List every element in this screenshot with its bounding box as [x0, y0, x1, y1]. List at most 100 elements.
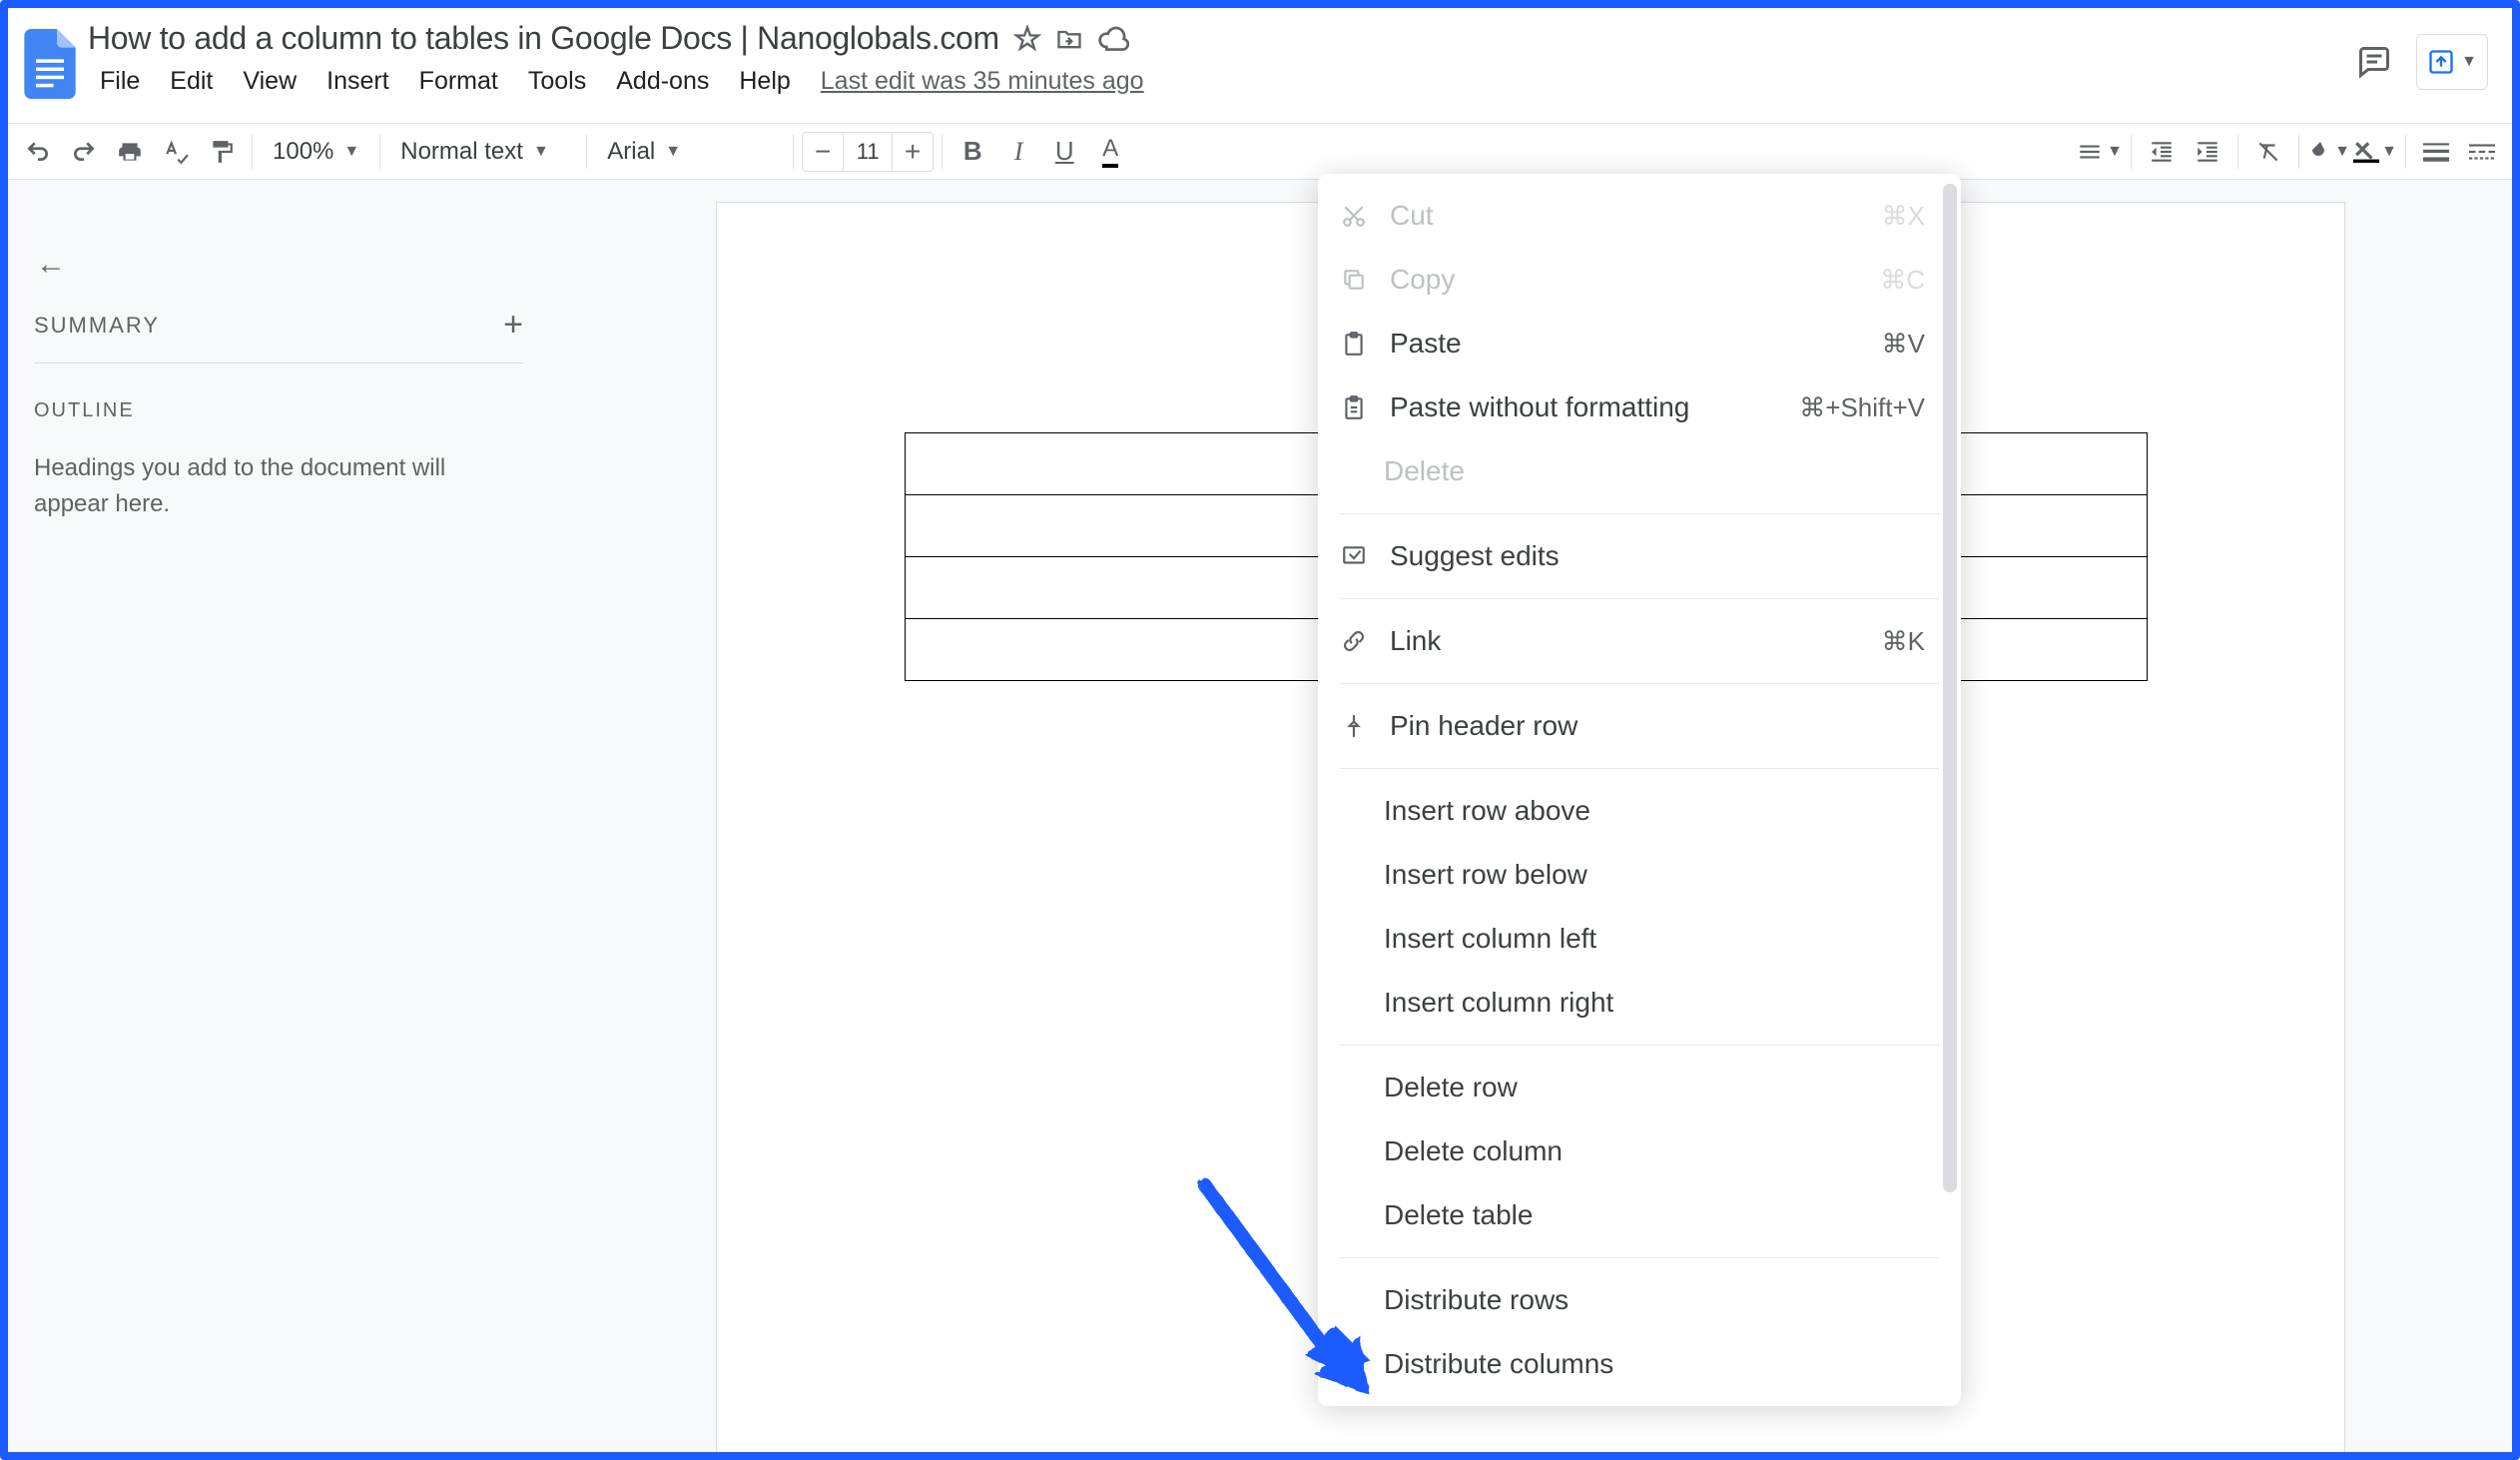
suggest-icon	[1340, 542, 1368, 570]
separator	[2405, 135, 2406, 169]
font-size-increase[interactable]: +	[893, 133, 933, 171]
paragraph-style-select[interactable]: Normal text▼	[388, 138, 578, 166]
context-cut-shortcut: ⌘X	[1882, 201, 1925, 232]
context-paste-nf-shortcut: ⌘+Shift+V	[1799, 392, 1925, 423]
context-insert-row-below[interactable]: Insert row below	[1318, 843, 1961, 907]
doc-title[interactable]: How to add a column to tables in Google …	[88, 20, 999, 57]
context-distribute-columns[interactable]: Distribute columns	[1318, 1332, 1961, 1396]
chevron-down-icon: ▼	[2461, 53, 2477, 71]
menu-addons[interactable]: Add-ons	[604, 61, 721, 102]
context-ins-col-left-label: Insert column left	[1384, 923, 1925, 955]
context-del-table-label: Delete table	[1384, 1199, 1925, 1231]
menu-format[interactable]: Format	[407, 61, 510, 102]
move-icon[interactable]	[1055, 25, 1083, 53]
last-edit-link[interactable]: Last edit was 35 minutes ago	[821, 67, 1144, 96]
style-value: Normal text	[400, 138, 523, 166]
body: ← SUMMARY + Outline Headings you add to …	[8, 180, 2512, 1452]
border-width-button[interactable]	[2414, 130, 2458, 174]
context-dist-rows-label: Distribute rows	[1384, 1284, 1925, 1316]
outline-placeholder: Headings you add to the document will ap…	[34, 450, 503, 522]
chevron-down-icon: ▼	[2334, 143, 2350, 161]
outline-panel: ← SUMMARY + Outline Headings you add to …	[8, 180, 549, 1452]
context-cut: Cut ⌘X	[1318, 184, 1961, 248]
paint-format-button[interactable]	[200, 130, 244, 174]
add-summary-icon[interactable]: +	[503, 306, 523, 345]
context-copy-label: Copy	[1390, 264, 1858, 296]
separator	[1340, 598, 1939, 599]
context-del-col-label: Delete column	[1384, 1135, 1925, 1167]
border-color-button[interactable]: ▼	[2353, 130, 2397, 174]
undo-button[interactable]	[16, 130, 60, 174]
clear-formatting-button[interactable]	[2246, 130, 2290, 174]
cut-icon	[1340, 202, 1368, 230]
header-main: How to add a column to tables in Google …	[88, 16, 2350, 102]
app-frame: How to add a column to tables in Google …	[0, 0, 2520, 1460]
bold-button[interactable]: B	[950, 130, 994, 174]
context-pin-header-row[interactable]: Pin header row	[1318, 694, 1961, 758]
separator	[942, 135, 943, 169]
font-size-value[interactable]: 11	[843, 133, 893, 171]
increase-indent-button[interactable]	[2186, 130, 2229, 174]
context-delete-row[interactable]: Delete row	[1318, 1056, 1961, 1119]
menu-tools[interactable]: Tools	[516, 61, 598, 102]
zoom-value: 100%	[273, 138, 333, 166]
context-link-label: Link	[1390, 625, 1860, 657]
italic-button[interactable]: I	[996, 130, 1040, 174]
toolbar: 100%▼ Normal text▼ Arial▼ − 11 + B I U A…	[8, 124, 2512, 180]
context-delete-table[interactable]: Delete table	[1318, 1183, 1961, 1247]
paste-icon	[1340, 330, 1368, 358]
line-spacing-button[interactable]: ▼	[2077, 130, 2123, 174]
collapse-outline-icon[interactable]: ←	[34, 200, 523, 306]
link-icon	[1340, 627, 1368, 655]
star-icon[interactable]	[1013, 25, 1041, 53]
fill-color-button[interactable]: ▼	[2307, 130, 2351, 174]
context-insert-row-above[interactable]: Insert row above	[1318, 779, 1961, 843]
zoom-select[interactable]: 100%▼	[261, 138, 371, 166]
context-insert-column-left[interactable]: Insert column left	[1318, 907, 1961, 971]
separator	[379, 135, 380, 169]
context-paste-label: Paste	[1390, 328, 1860, 360]
spellcheck-button[interactable]	[154, 130, 198, 174]
font-select[interactable]: Arial ▼	[595, 138, 785, 166]
context-delete-column[interactable]: Delete column	[1318, 1119, 1961, 1183]
menu-help[interactable]: Help	[727, 61, 802, 102]
context-ins-row-above-label: Insert row above	[1384, 795, 1925, 827]
separator	[586, 135, 587, 169]
header: How to add a column to tables in Google …	[8, 8, 2512, 124]
separator	[2131, 135, 2132, 169]
font-size-decrease[interactable]: −	[803, 133, 843, 171]
underline-button[interactable]: U	[1042, 130, 1086, 174]
context-del-row-label: Delete row	[1384, 1072, 1925, 1103]
decrease-indent-button[interactable]	[2140, 130, 2184, 174]
text-color-button[interactable]: A	[1088, 130, 1132, 174]
separator	[252, 135, 253, 169]
summary-label: SUMMARY	[34, 313, 160, 339]
menu-edit[interactable]: Edit	[158, 61, 225, 102]
border-dash-button[interactable]	[2460, 130, 2504, 174]
context-link[interactable]: Link ⌘K	[1318, 609, 1961, 673]
comments-icon[interactable]	[2350, 38, 2398, 86]
chevron-down-icon: ▼	[665, 143, 681, 161]
cloud-status-icon[interactable]	[1097, 23, 1129, 55]
share-button[interactable]: ▼	[2416, 34, 2488, 90]
menu-insert[interactable]: Insert	[315, 61, 401, 102]
chevron-down-icon: ▼	[2381, 143, 2397, 161]
context-paste-without-formatting[interactable]: Paste without formatting ⌘+Shift+V	[1318, 375, 1961, 439]
redo-button[interactable]	[62, 130, 106, 174]
menu-file[interactable]: File	[88, 61, 152, 102]
copy-icon	[1340, 266, 1368, 294]
print-button[interactable]	[108, 130, 152, 174]
context-insert-column-right[interactable]: Insert column right	[1318, 971, 1961, 1035]
context-menu-scrollbar[interactable]	[1943, 184, 1957, 1192]
context-copy: Copy ⌘C	[1318, 248, 1961, 312]
context-suggest-edits[interactable]: Suggest edits	[1318, 524, 1961, 588]
context-delete-label: Delete	[1384, 455, 1925, 487]
context-ins-col-right-label: Insert column right	[1384, 987, 1925, 1019]
context-paste[interactable]: Paste ⌘V	[1318, 312, 1961, 375]
menu-view[interactable]: View	[231, 61, 309, 102]
font-value: Arial	[607, 138, 655, 166]
summary-header: SUMMARY +	[34, 306, 523, 364]
docs-logo-icon[interactable]	[20, 24, 80, 104]
context-distribute-rows[interactable]: Distribute rows	[1318, 1268, 1961, 1332]
context-ins-row-below-label: Insert row below	[1384, 859, 1925, 891]
